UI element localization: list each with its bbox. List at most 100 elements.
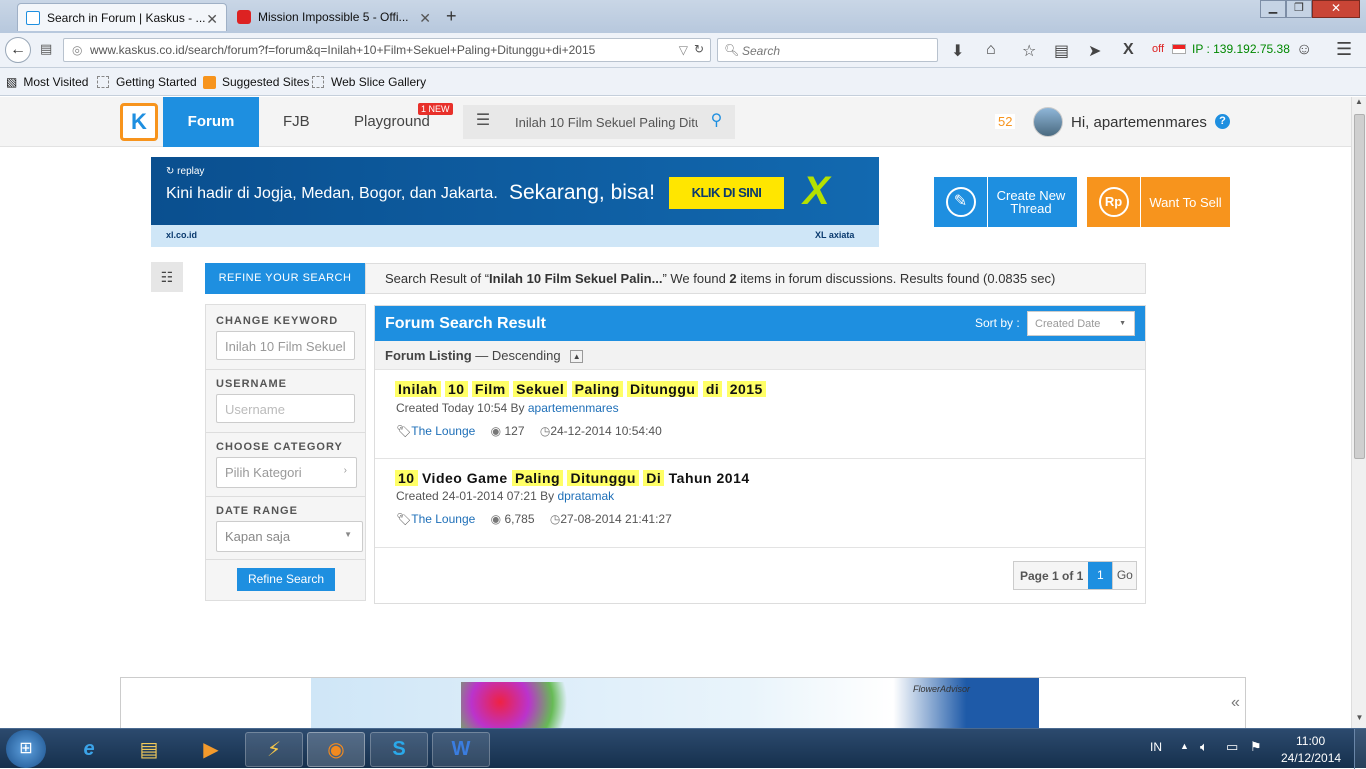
title-word: Tahun (668, 470, 713, 486)
bookmark-suggested-sites[interactable]: Suggested Sites (203, 75, 309, 89)
avatar[interactable] (1033, 107, 1063, 137)
volume-icon[interactable]: 🔈︎ (1200, 739, 1208, 755)
page-scrollbar[interactable]: ▲ ▼ (1351, 97, 1366, 728)
close-tab-icon[interactable]: ✕ (419, 10, 431, 27)
result-category[interactable]: The Lounge (411, 512, 475, 526)
caret-down-icon: ▼ (344, 530, 352, 539)
bookmark-most-visited[interactable]: ▧ Most Visited (6, 75, 88, 89)
nav-fjb[interactable]: FJB (283, 97, 310, 147)
file-explorer-icon[interactable]: ▤ (120, 732, 178, 767)
help-icon[interactable]: ? (1215, 114, 1230, 129)
result-author[interactable]: dpratamak (557, 489, 614, 503)
x-extension-icon[interactable]: X (1123, 41, 1134, 59)
tab-kaskus[interactable]: Search in Forum | Kaskus - ... ✕ (17, 3, 227, 31)
firefox-icon[interactable]: ◉ (307, 732, 365, 767)
sort-select[interactable]: Created Date ▼ (1027, 311, 1135, 336)
go-button[interactable]: Go (1112, 562, 1136, 589)
home-icon[interactable]: ⌂ (986, 41, 996, 59)
action-center-flag-icon[interactable]: ⚑ (1250, 739, 1262, 755)
url-bar[interactable]: ◎ www.kaskus.co.id/search/forum?f=forum&… (63, 38, 711, 62)
scroll-up-arrow[interactable]: ▲ (1352, 97, 1366, 112)
create-new-thread-button[interactable]: ✎ Create New Thread (934, 177, 1077, 227)
result-views: 6,785 (504, 512, 535, 526)
new-tab-button[interactable]: + (446, 6, 457, 27)
show-history-icon[interactable]: ▤ (40, 41, 52, 57)
media-player-icon[interactable]: ▶ (182, 732, 240, 767)
bookmark-getting-started[interactable]: Getting Started (97, 75, 197, 89)
site-search-button[interactable]: ⚲ (698, 105, 735, 139)
winamp-icon[interactable]: ⚡ (245, 732, 303, 767)
reload-icon[interactable]: ↻ (694, 42, 704, 56)
keyword-input[interactable]: Inilah 10 Film Sekuel (216, 331, 355, 360)
category-value: Pilih Kategori (225, 465, 302, 480)
back-button[interactable]: ← (5, 37, 31, 63)
search-icon: 🔍︎ (724, 43, 740, 57)
download-icon[interactable]: ⬇ (951, 41, 964, 61)
clock-time[interactable]: 11:00 (1296, 734, 1325, 748)
result-title[interactable]: Inilah 10 Film Sekuel Paling Ditunggu di… (395, 381, 766, 397)
menu-icon[interactable]: ☰ (1336, 39, 1352, 60)
kaskus-logo[interactable]: K (120, 103, 158, 141)
youtube-favicon-icon (237, 10, 251, 24)
result-created: Created 24-01-2014 07:21 By dpratamak (396, 489, 615, 503)
banner-replay-label: ↻ replay (166, 166, 205, 177)
collapse-icon[interactable]: ▲ (570, 350, 584, 364)
search-input[interactable]: 🔍︎ Search (717, 38, 938, 62)
banner-cta[interactable]: KLIK DI SINI (669, 177, 784, 209)
title-word: Video (421, 470, 463, 486)
banner-headline-big: Sekarang, bisa! (509, 181, 655, 204)
windows-taskbar: ⊞ e ▤ ▶ ⚡ ◉ S W IN ▲ 🔈︎ ▭ ⚑ 11:00 24/12/… (0, 728, 1366, 769)
tab-youtube[interactable]: Mission Impossible 5 - Offi... ✕ (229, 3, 439, 31)
page-icon (312, 76, 324, 88)
start-button[interactable]: ⊞ (6, 730, 46, 768)
xl-banner-ad[interactable]: ↻ replay Kini hadir di Jogja, Medan, Bog… (151, 157, 879, 247)
clock-date[interactable]: 24/12/2014 (1281, 751, 1341, 765)
flower-advisor-ad[interactable]: FlowerAdvisor (311, 678, 1039, 728)
scroll-thumb[interactable] (1354, 114, 1365, 459)
send-icon[interactable]: ➤ (1088, 41, 1101, 61)
internet-explorer-icon[interactable]: e (60, 732, 118, 767)
scroll-down-arrow[interactable]: ▼ (1352, 713, 1366, 728)
category-select[interactable]: Pilih Kategori › (216, 457, 357, 488)
language-indicator[interactable]: IN (1150, 740, 1162, 754)
maximize-button[interactable]: ❐ (1286, 0, 1312, 18)
username-input[interactable]: Username (216, 394, 355, 423)
close-window-button[interactable]: ✕ (1312, 0, 1360, 18)
page-1-button[interactable]: 1 (1088, 562, 1113, 589)
category-list-icon[interactable]: ☰ (463, 105, 503, 139)
bookmark-web-slice-gallery[interactable]: Web Slice Gallery (312, 75, 426, 89)
result-last-post: 24-12-2014 10:54:40 (550, 424, 662, 438)
refine-tab[interactable]: REFINE YOUR SEARCH (205, 263, 365, 294)
refine-search-button[interactable]: Refine Search (237, 568, 335, 591)
nav-forum[interactable]: Forum (163, 97, 259, 147)
site-search-input[interactable]: Inilah 10 Film Sekuel Paling Ditu (503, 105, 698, 139)
expand-ad-icon[interactable]: « (1231, 694, 1240, 712)
word-icon[interactable]: W (432, 732, 490, 767)
kaskus-header: K Forum FJB Playground 1 NEW ☰ Inilah 10… (0, 97, 1351, 147)
notification-count[interactable]: 52 (995, 114, 1016, 129)
vpn-status[interactable]: off (1152, 43, 1164, 55)
show-desktop-button[interactable] (1354, 729, 1366, 769)
want-to-sell-button[interactable]: Rp Want To Sell (1087, 177, 1230, 227)
dropdown-icon[interactable]: ▽ (679, 43, 688, 57)
result-category[interactable]: The Lounge (411, 424, 475, 438)
reading-list-icon[interactable]: ▤ (1054, 41, 1069, 61)
result-author[interactable]: apartemenmares (528, 401, 619, 415)
bookmark-star-icon[interactable]: ☆ (1022, 41, 1036, 61)
skype-icon[interactable]: S (370, 732, 428, 767)
chat-icon[interactable]: ☺ (1296, 41, 1312, 59)
highlighted-word: Inilah (395, 381, 441, 397)
tray-arrow-icon[interactable]: ▲ (1180, 741, 1189, 751)
bookmark-label: Getting Started (116, 75, 197, 89)
globe-icon: ◎ (72, 43, 83, 57)
toggle-sidebar-button[interactable]: ☷ (151, 262, 183, 292)
date-range-select[interactable]: Kapan saja ▼ (216, 521, 363, 552)
results-title: Forum Search Result (385, 315, 546, 332)
close-tab-icon[interactable]: ✕ (206, 11, 218, 28)
banner-headline: Kini hadir di Jogja, Medan, Bogor, dan J… (166, 185, 498, 202)
result-title[interactable]: 10 Video Game Paling Ditunggu Di Tahun 2… (395, 470, 750, 486)
user-greeting[interactable]: Hi, apartemenmares (1071, 114, 1207, 131)
minimize-button[interactable]: ▁ (1260, 0, 1286, 18)
kaskus-favicon-icon (26, 10, 40, 25)
network-icon[interactable]: ▭ (1226, 739, 1238, 755)
